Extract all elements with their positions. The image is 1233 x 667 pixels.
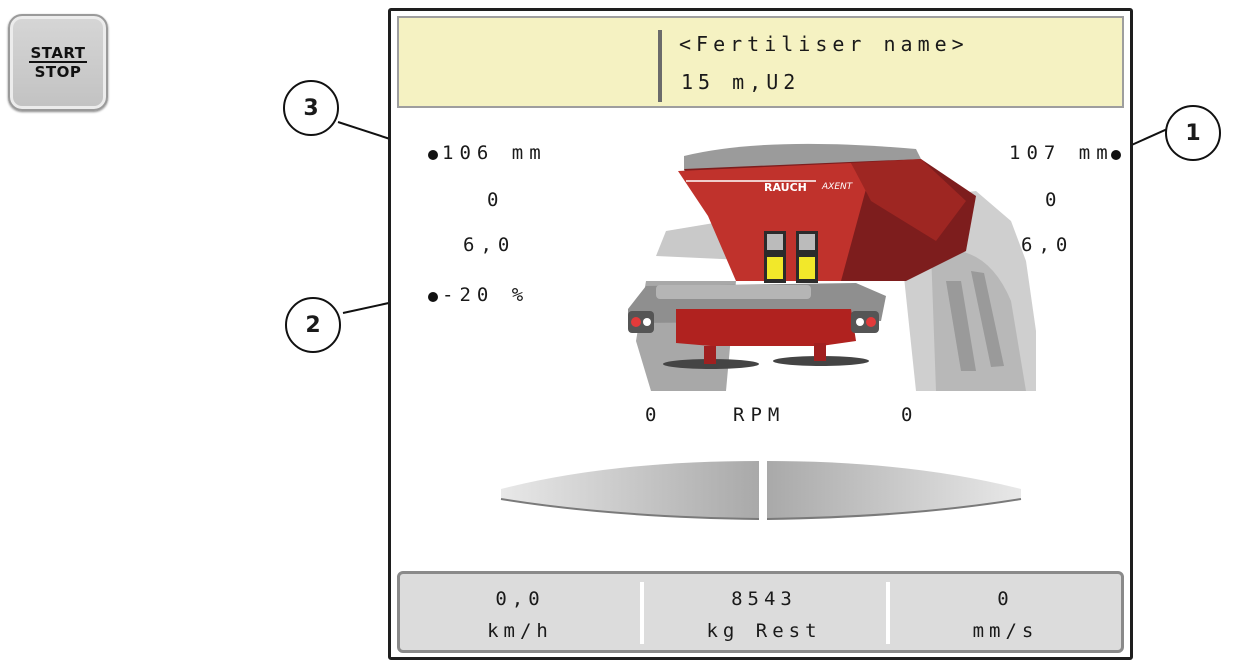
gate-speed-value: 0 — [997, 588, 1014, 610]
speed-cell: 0,0 km/h — [400, 574, 640, 650]
right-disc-rpm: 0 — [901, 404, 919, 426]
callout-3: 3 — [283, 80, 339, 136]
right-position-dot — [1111, 150, 1121, 160]
left-position-dot — [428, 150, 438, 160]
left-value-3: 6,0 — [463, 234, 516, 256]
callout-2: 2 — [285, 297, 341, 353]
speed-value: 0,0 — [495, 588, 545, 610]
left-aperture-position: 106 mm — [442, 142, 547, 164]
left-percent-dot — [428, 292, 438, 302]
speed-unit: km/h — [487, 620, 553, 642]
callout-1: 1 — [1165, 105, 1221, 161]
rpm-label: RPM — [733, 404, 786, 426]
left-spread-fan — [501, 461, 759, 519]
header-separator — [658, 30, 662, 102]
gate-speed-unit: mm/s — [972, 620, 1039, 642]
header-bar[interactable]: <Fertiliser name> 15 m,U2 — [397, 16, 1124, 108]
spreader-illustration: RAUCH AXENT — [628, 143, 1036, 391]
rest-quantity-unit: kg Rest — [706, 620, 822, 642]
brand-logo: RAUCH — [764, 181, 807, 194]
model-logo: AXENT — [821, 182, 854, 192]
spreader-base — [676, 309, 856, 346]
right-spread-fan — [767, 461, 1021, 519]
spread-pattern — [500, 461, 1022, 520]
rest-quantity-value: 8543 — [731, 588, 797, 610]
terminal-display: <Fertiliser name> 15 m,U2 106 mm 0 6,0 -… — [388, 8, 1133, 660]
left-value-2: 0 — [487, 189, 505, 211]
status-bar: 0,0 km/h 8543 kg Rest 0 mm/s — [397, 571, 1124, 653]
left-quantity-change: -20 % — [442, 284, 530, 306]
working-width-setting: 15 m,U2 — [681, 70, 801, 94]
rest-quantity-cell: 8543 kg Rest — [644, 574, 884, 650]
gate-speed-cell: 0 mm/s — [890, 574, 1121, 650]
fertiliser-name: <Fertiliser name> — [679, 32, 969, 56]
left-disc-rpm: 0 — [645, 404, 663, 426]
